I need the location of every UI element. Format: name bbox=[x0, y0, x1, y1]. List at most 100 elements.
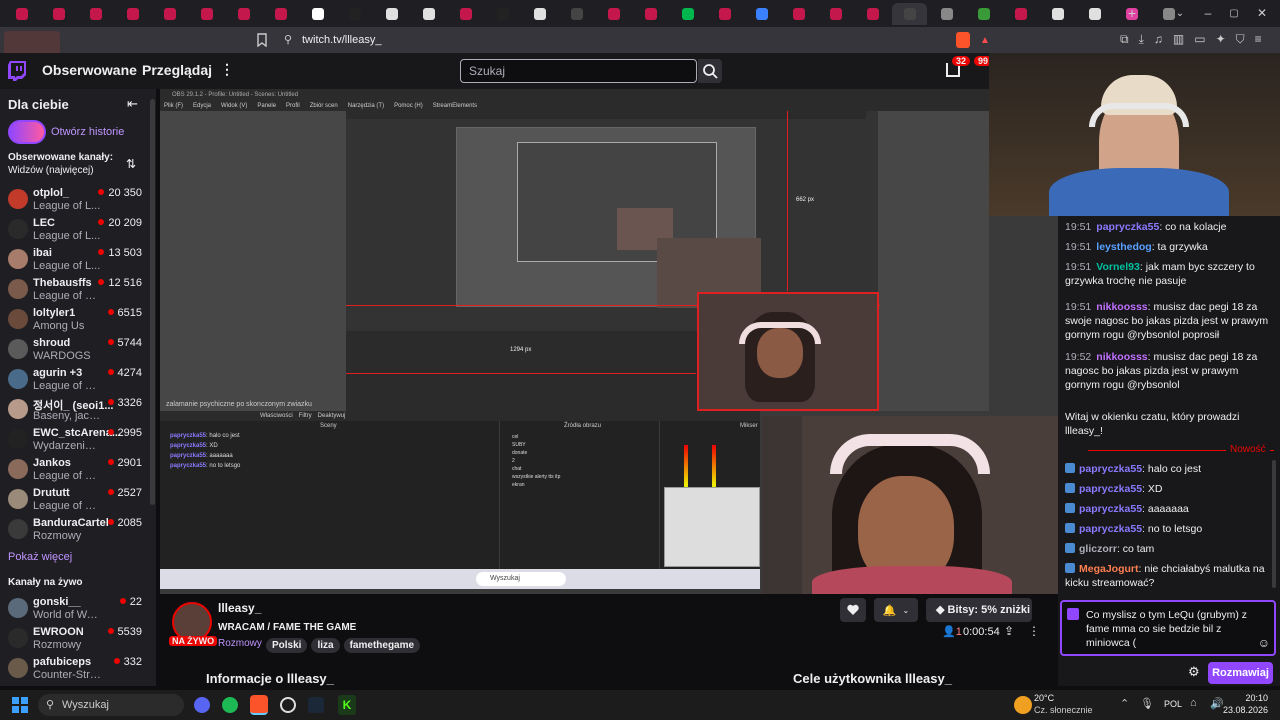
chat-username[interactable]: Vornel93 bbox=[1096, 261, 1140, 273]
chat-username[interactable]: MegaJogurt bbox=[1079, 563, 1139, 575]
sidebar-toggle-icon[interactable]: ▥ bbox=[1173, 32, 1184, 47]
obs-menu-item[interactable]: Edycja bbox=[193, 101, 211, 111]
browser-tab[interactable] bbox=[1040, 3, 1075, 25]
browser-tab[interactable] bbox=[41, 3, 76, 25]
obs-taskbar-icon[interactable] bbox=[280, 697, 296, 713]
sidebar-channel[interactable]: 정서이_ (seoi1...Baseny, jacuz...3326 bbox=[0, 395, 156, 425]
site-info-icon[interactable]: ⚲ bbox=[284, 31, 292, 49]
twitch-logo[interactable] bbox=[8, 61, 26, 81]
obs-source-item[interactable]: chat bbox=[512, 465, 560, 473]
obs-source-item[interactable]: donate bbox=[512, 449, 560, 457]
chat-username[interactable]: papryczka55 bbox=[1079, 503, 1142, 515]
stream-tag[interactable]: famethegame bbox=[343, 638, 421, 653]
brave-taskbar-icon[interactable] bbox=[250, 695, 268, 715]
spotify-icon[interactable] bbox=[222, 697, 238, 713]
chat-settings-icon[interactable]: ⚙ bbox=[1188, 664, 1200, 680]
browser-tab[interactable] bbox=[1003, 3, 1038, 25]
wallet-icon[interactable]: ▭ bbox=[1194, 32, 1205, 47]
browser-tab[interactable] bbox=[818, 3, 853, 25]
chat-scrollbar[interactable] bbox=[1272, 460, 1276, 588]
bookmark-icon[interactable] bbox=[254, 32, 270, 48]
share-icon[interactable]: ⇪ bbox=[1004, 624, 1014, 638]
notifications-button[interactable]: 🔔 ⌄ bbox=[874, 598, 918, 622]
more-options-icon[interactable]: ⋮ bbox=[1028, 624, 1040, 638]
tab-list-icon[interactable]: ⌄ bbox=[1172, 5, 1188, 21]
url-field[interactable]: ⚲ twitch.tv/llleasy_ bbox=[276, 31, 976, 49]
stream-tag[interactable]: Polski bbox=[266, 638, 308, 653]
browser-tab[interactable] bbox=[707, 3, 742, 25]
vpn-icon[interactable]: ⛉ bbox=[1236, 32, 1245, 47]
chat-username[interactable]: papryczka55 bbox=[1079, 483, 1142, 495]
chat-username[interactable]: papryczka55 bbox=[1096, 221, 1159, 233]
browser-tab[interactable] bbox=[892, 2, 927, 25]
browser-tab[interactable] bbox=[596, 3, 631, 25]
obs-menu-item[interactable]: StreamElements bbox=[433, 101, 477, 111]
stream-category[interactable]: Rozmowy bbox=[218, 638, 262, 649]
windows-start-icon[interactable] bbox=[12, 697, 28, 713]
steam-icon[interactable] bbox=[308, 697, 324, 713]
open-stories-link[interactable]: Otwórz historie bbox=[51, 126, 124, 138]
obs-tab-deactivate[interactable]: Deaktywuj bbox=[318, 411, 346, 421]
chat-username[interactable]: nikkoosss bbox=[1096, 301, 1147, 313]
browser-tab[interactable] bbox=[374, 3, 409, 25]
browser-tab[interactable] bbox=[522, 3, 557, 25]
obs-source-item[interactable]: 2 bbox=[512, 457, 560, 465]
obs-source-item[interactable]: cel bbox=[512, 433, 560, 441]
kick-icon[interactable]: K bbox=[338, 695, 356, 715]
browser-tab[interactable] bbox=[485, 3, 520, 25]
leo-icon[interactable]: ✦ bbox=[1216, 32, 1226, 47]
minimize-icon[interactable]: – bbox=[1200, 5, 1216, 21]
browser-tab[interactable] bbox=[670, 3, 705, 25]
taskbar-search[interactable]: ⚲ Wyszukaj bbox=[38, 694, 184, 716]
obs-tab-filters[interactable]: Filtry bbox=[299, 411, 312, 421]
chat-username[interactable]: gliczorr bbox=[1079, 543, 1117, 555]
sort-icon[interactable]: ⇅ bbox=[126, 157, 136, 171]
sidebar-channel[interactable]: EWC_stcArena...Wydarzenia s...2995 bbox=[0, 425, 156, 455]
brave-rewards-icon[interactable]: ▲ bbox=[978, 32, 992, 48]
chat-badge-icon[interactable] bbox=[1067, 608, 1079, 620]
sidebar-channel[interactable]: ibai League of L... 13 503 bbox=[0, 245, 156, 275]
chat-send-button[interactable]: Rozmawiaj bbox=[1208, 662, 1273, 684]
sidebar-channel[interactable]: JankosLeague of Leg... 2901 bbox=[0, 455, 156, 485]
browser-tab[interactable] bbox=[226, 3, 261, 25]
mic-icon[interactable]: 🎙 bbox=[1140, 697, 1154, 710]
sidebar-channel[interactable]: gonski__World of Warcr... 22 bbox=[0, 594, 156, 624]
browser-tab[interactable] bbox=[559, 3, 594, 25]
browser-tab[interactable] bbox=[448, 3, 483, 25]
browser-tab[interactable] bbox=[929, 3, 964, 25]
sidebar-channel[interactable]: shroud WARDOGS 5744 bbox=[0, 335, 156, 365]
search-button[interactable] bbox=[698, 59, 722, 83]
chat-username[interactable]: leysthedog bbox=[1096, 241, 1151, 253]
sidebar-channel[interactable]: LEC League of L... 20 209 bbox=[0, 215, 156, 245]
music-icon[interactable]: ♫ bbox=[1154, 32, 1163, 47]
chat-input[interactable]: Co myslisz o tym LeQu (grubym) z fame mm… bbox=[1060, 600, 1276, 656]
bits-button[interactable]: ◆ Bitsy: 5% zniżki bbox=[926, 598, 1032, 622]
download-icon[interactable]: ⤓ bbox=[1139, 32, 1144, 47]
obs-menu-item[interactable]: Panele bbox=[257, 101, 276, 111]
browser-tab[interactable] bbox=[115, 3, 150, 25]
browser-tab[interactable] bbox=[1077, 3, 1112, 25]
browser-tab[interactable] bbox=[189, 3, 224, 25]
close-window-icon[interactable]: ✕ bbox=[1254, 5, 1270, 21]
sidebar-scrollbar[interactable] bbox=[150, 99, 155, 505]
search-input[interactable]: Szukaj bbox=[460, 59, 697, 83]
sidebar-channel[interactable]: loltyler1 Among Us 6515 bbox=[0, 305, 156, 335]
sidebar-channel[interactable]: DrututtLeague of Leg... 2527 bbox=[0, 485, 156, 515]
stories-avatars[interactable] bbox=[8, 120, 46, 144]
discord-icon[interactable] bbox=[194, 697, 210, 713]
sidebar-channel[interactable]: EWROON Rozmowy 5539 bbox=[0, 624, 156, 654]
language-indicator[interactable]: POL bbox=[1164, 699, 1182, 709]
obs-menu-item[interactable]: Narzędzia (T) bbox=[348, 101, 384, 111]
emote-picker-icon[interactable]: ☺ bbox=[1258, 636, 1270, 650]
brave-shield-icon[interactable] bbox=[956, 32, 970, 48]
obs-menu-item[interactable]: Widok (V) bbox=[221, 101, 247, 111]
browser-tab[interactable] bbox=[78, 3, 113, 25]
chat-username[interactable]: papryczka55 bbox=[1079, 523, 1142, 535]
streamer-name[interactable]: llleasy_ bbox=[218, 601, 261, 615]
sidebar-channel[interactable]: agurin +3League of Leg... 4274 bbox=[0, 365, 156, 395]
tray-chevron-icon[interactable]: ⌃ bbox=[1120, 697, 1129, 710]
obs-source-item[interactable]: ekran bbox=[512, 481, 560, 489]
browser-tab[interactable] bbox=[411, 3, 446, 25]
nav-browse[interactable]: Przeglądaj bbox=[142, 62, 212, 78]
collapse-sidebar-icon[interactable]: ⇤ bbox=[127, 96, 138, 112]
